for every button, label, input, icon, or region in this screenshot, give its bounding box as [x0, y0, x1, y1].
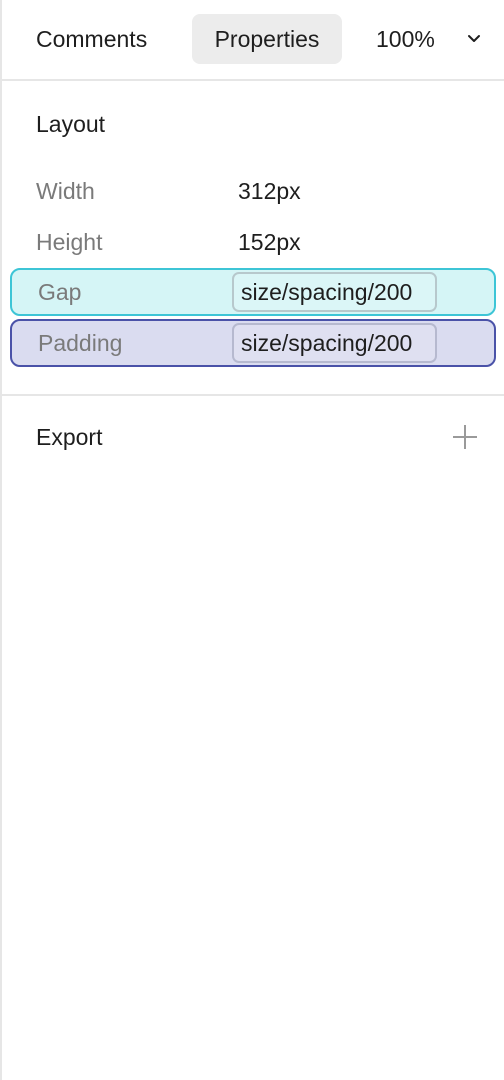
- export-section-title: Export: [36, 424, 103, 450]
- height-value[interactable]: 152px: [238, 218, 301, 266]
- tab-properties[interactable]: Properties: [192, 14, 342, 64]
- plus-icon: [453, 425, 477, 449]
- add-export-button[interactable]: [450, 422, 480, 452]
- chevron-down-icon: [468, 35, 480, 42]
- gap-label: Gap: [38, 279, 82, 305]
- width-row: Width 312px: [10, 167, 496, 215]
- zoom-dropdown[interactable]: 100%: [376, 14, 486, 64]
- height-label: Height: [36, 229, 103, 255]
- properties-panel: Comments Properties 100% Layout Width 31…: [0, 0, 504, 1080]
- zoom-value: 100%: [376, 26, 435, 52]
- padding-row: Padding size/spacing/200: [10, 319, 496, 367]
- tab-comments[interactable]: Comments: [36, 14, 147, 64]
- gap-token-pill[interactable]: size/spacing/200: [232, 272, 437, 312]
- gap-row: Gap size/spacing/200: [10, 268, 496, 316]
- export-section: Export: [2, 396, 504, 486]
- width-label: Width: [36, 178, 95, 204]
- padding-label: Padding: [38, 330, 123, 356]
- layout-section: Layout Width 312px Height 152px Gap size…: [2, 81, 504, 396]
- height-row: Height 152px: [10, 218, 496, 266]
- layout-section-title: Layout: [36, 111, 106, 137]
- panel-header: Comments Properties 100%: [2, 0, 504, 81]
- padding-token-pill[interactable]: size/spacing/200: [232, 323, 437, 363]
- width-value[interactable]: 312px: [238, 167, 301, 215]
